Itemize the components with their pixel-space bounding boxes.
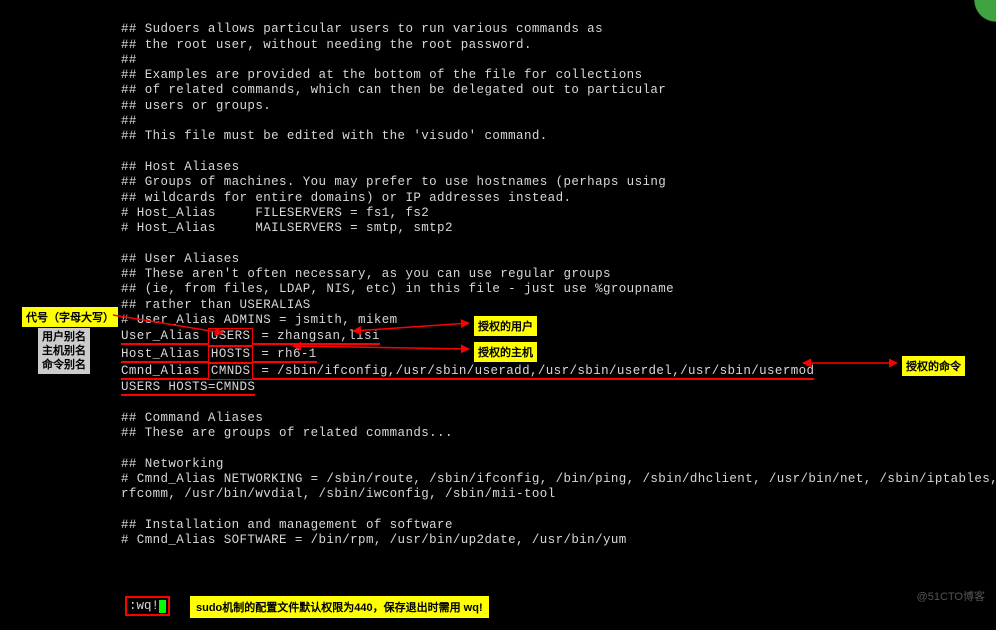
alias-code: USERS bbox=[208, 328, 254, 345]
file-line bbox=[121, 441, 996, 456]
cursor-icon bbox=[159, 600, 166, 613]
file-line: Host_Alias HOSTS = rh6-1 bbox=[121, 346, 996, 363]
note-auth-host: 授权的主机 bbox=[473, 341, 538, 363]
file-line: ## Sudoers allows particular users to ru… bbox=[121, 22, 996, 37]
file-line bbox=[121, 145, 996, 160]
vim-command-line[interactable]: :wq! bbox=[125, 596, 170, 616]
file-line: rfcomm, /usr/bin/wvdial, /sbin/iwconfig,… bbox=[121, 487, 996, 502]
file-line: # Cmnd_Alias SOFTWARE = /bin/rpm, /usr/b… bbox=[121, 533, 996, 548]
file-line: ## These are groups of related commands.… bbox=[121, 426, 996, 441]
file-line: ## Networking bbox=[121, 457, 996, 472]
alias-code: HOSTS bbox=[208, 346, 254, 363]
file-line: ## rather than USERALIAS bbox=[121, 298, 996, 313]
alias-code: CMNDS bbox=[208, 363, 254, 380]
wq-text: :wq! bbox=[129, 599, 159, 613]
file-line: ## wildcards for entire domains) or IP a… bbox=[121, 191, 996, 206]
file-line: ## Command Aliases bbox=[121, 411, 996, 426]
file-line: User_Alias USERS = zhangsan,lisi bbox=[121, 328, 996, 345]
file-line: # User_Alias ADMINS = jsmith, mikem bbox=[121, 313, 996, 328]
watermark: @51CTO博客 bbox=[917, 588, 985, 604]
file-line: ## bbox=[121, 53, 996, 68]
note-daihao: 代号（字母大写） bbox=[21, 306, 119, 328]
file-line: ## Host Aliases bbox=[121, 160, 996, 175]
terminal-editor[interactable]: ## Sudoers allows particular users to ru… bbox=[121, 7, 996, 564]
file-line: ## Installation and management of softwa… bbox=[121, 518, 996, 533]
file-line bbox=[121, 395, 996, 410]
file-line: ## User Aliases bbox=[121, 252, 996, 267]
file-line: ## These aren't often necessary, as you … bbox=[121, 267, 996, 282]
file-line: ## Groups of machines. You may prefer to… bbox=[121, 175, 996, 190]
note-auth-cmd: 授权的命令 bbox=[901, 355, 966, 377]
file-line: # Host_Alias FILESERVERS = fs1, fs2 bbox=[121, 206, 996, 221]
file-line: ## (ie, from files, LDAP, NIS, etc) in t… bbox=[121, 282, 996, 297]
file-line bbox=[121, 503, 996, 518]
file-line: ## users or groups. bbox=[121, 99, 996, 114]
note-auth-user: 授权的用户 bbox=[473, 315, 538, 337]
file-line: USERS HOSTS=CMNDS bbox=[121, 380, 996, 395]
file-line: ## of related commands, which can then b… bbox=[121, 83, 996, 98]
note-alias-types: 用户别名 主机别名 命令别名 bbox=[37, 327, 91, 375]
file-line bbox=[121, 236, 996, 251]
file-line: ## This file must be edited with the 'vi… bbox=[121, 129, 996, 144]
file-line: # Host_Alias MAILSERVERS = smtp, smtp2 bbox=[121, 221, 996, 236]
file-line: ## Examples are provided at the bottom o… bbox=[121, 68, 996, 83]
file-line: ## the root user, without needing the ro… bbox=[121, 38, 996, 53]
file-line: Cmnd_Alias CMNDS = /sbin/ifconfig,/usr/s… bbox=[121, 363, 996, 380]
file-line: # Cmnd_Alias NETWORKING = /sbin/route, /… bbox=[121, 472, 996, 487]
note-wq: sudo机制的配置文件默认权限为440，保存退出时需用 wq! bbox=[189, 595, 490, 619]
file-line: ## bbox=[121, 114, 996, 129]
